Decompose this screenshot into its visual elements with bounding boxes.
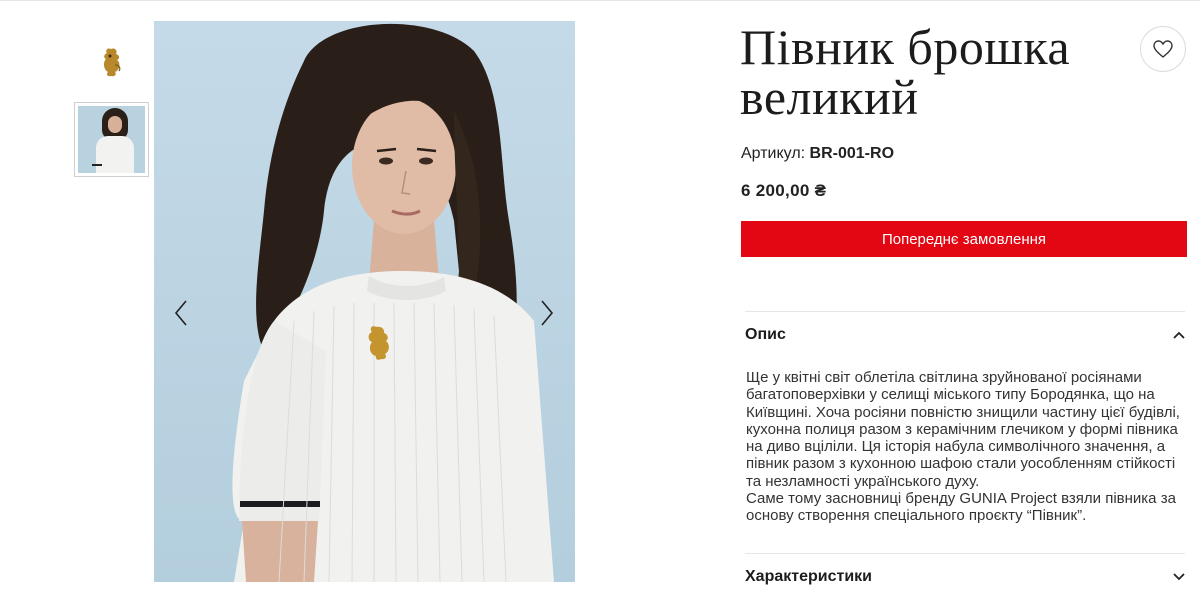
model-thumbnail-image (78, 106, 145, 173)
gallery-prev-button[interactable] (168, 296, 194, 330)
gallery-next-button[interactable] (534, 296, 560, 330)
thumbnail-model[interactable] (74, 102, 149, 177)
sku-line: Артикул: BR-001-RO (741, 145, 894, 163)
accordion-description-label: Опис (745, 326, 786, 343)
sku-value: BR-001-RO (809, 145, 895, 162)
chevron-up-icon (1173, 331, 1185, 339)
preorder-button[interactable]: Попереднє замовлення (741, 221, 1187, 257)
product-title: Півник брошка великий (740, 22, 1120, 122)
product-title-line1: Півник брошка (740, 19, 1071, 75)
divider-bottom (745, 553, 1185, 554)
thumbnail-brooch[interactable] (74, 24, 149, 99)
accordion-characteristics-header[interactable]: Характеристики (745, 564, 1185, 590)
chevron-down-icon (1173, 573, 1185, 581)
heart-icon (1153, 40, 1173, 58)
favorite-button[interactable] (1140, 26, 1186, 72)
description-paragraph-1: Ще у квітні світ облетіла світлина зруйн… (746, 369, 1180, 490)
top-border (0, 0, 1200, 1)
chevron-left-icon (174, 300, 187, 326)
product-description: Ще у квітні світ облетіла світлина зруйн… (746, 369, 1186, 525)
sku-label: Артикул: (741, 145, 806, 162)
accordion-characteristics-label: Характеристики (745, 568, 873, 585)
chevron-right-icon (541, 300, 554, 326)
product-price: 6 200,00 ₴ (741, 181, 827, 200)
description-paragraph-2: Саме тому засновниці бренду GUNIA Projec… (746, 490, 1176, 525)
accordion-description-header[interactable]: Опис (745, 322, 1185, 348)
product-title-line2: великий (740, 69, 919, 125)
brooch-image (103, 47, 120, 76)
product-main-image (154, 21, 575, 582)
divider-top (745, 311, 1185, 312)
